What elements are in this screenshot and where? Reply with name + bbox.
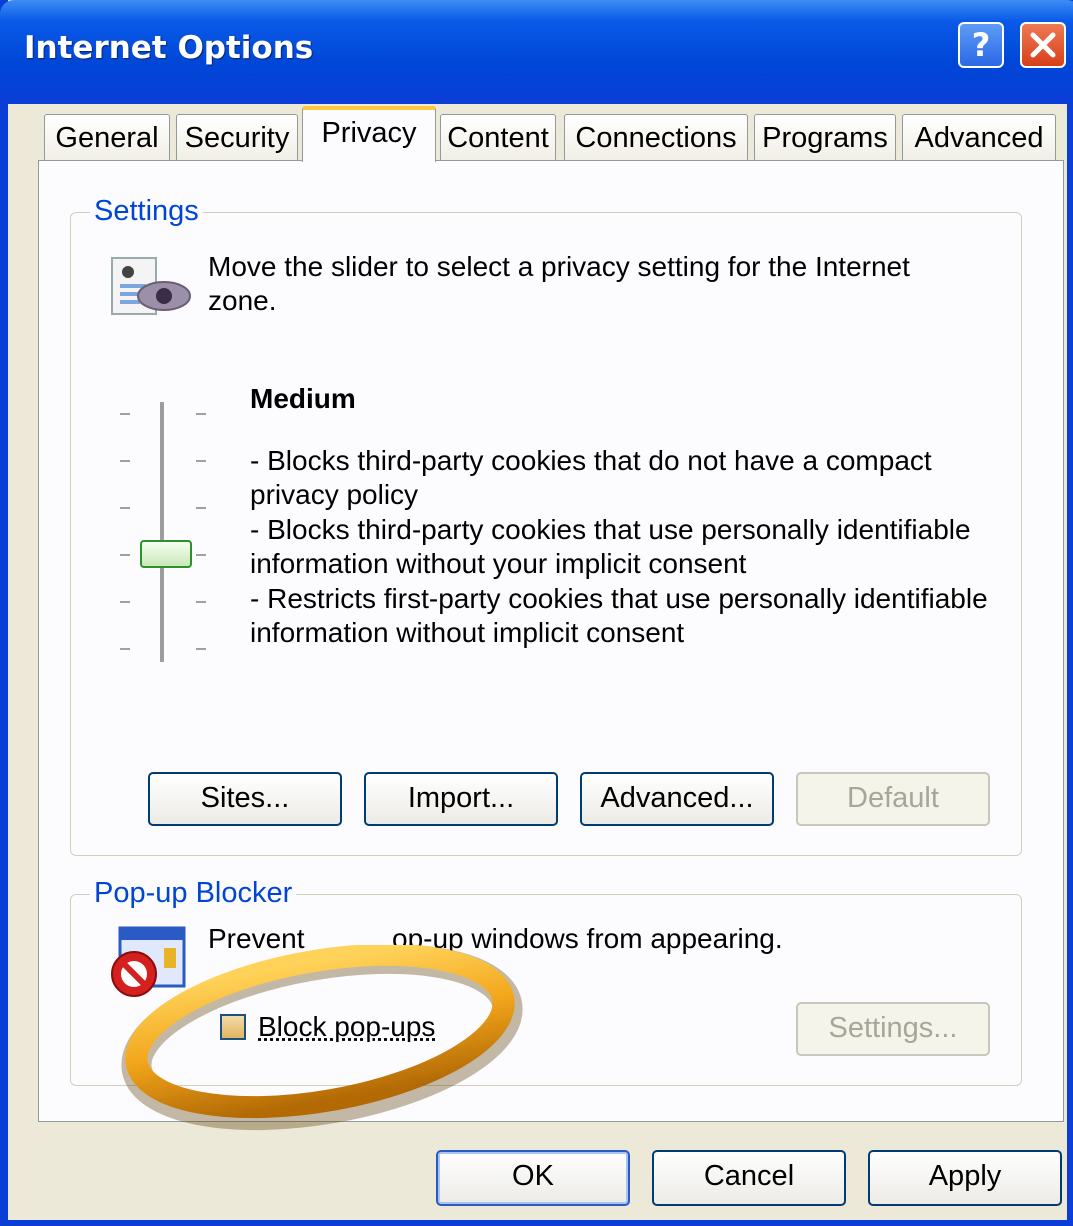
settings-description-line2: zone.: [208, 285, 277, 316]
cancel-button[interactable]: Cancel: [652, 1150, 846, 1206]
import-button[interactable]: Import...: [364, 772, 558, 826]
privacy-level-detail: - Restricts first-party cookies that use…: [250, 583, 988, 614]
default-button[interactable]: Default: [796, 772, 990, 826]
highlight-ring: [121, 945, 523, 1131]
sites-button[interactable]: Sites...: [148, 772, 342, 826]
privacy-level-detail: - Blocks third-party cookies that use pe…: [250, 514, 971, 545]
ok-button[interactable]: OK: [436, 1150, 630, 1206]
apply-button[interactable]: Apply: [868, 1150, 1062, 1206]
close-icon: [1030, 32, 1056, 58]
slider-tick: [196, 554, 206, 556]
slider-tick: [196, 648, 206, 650]
privacy-icon: [111, 257, 191, 315]
slider-tick: [196, 413, 206, 415]
privacy-level-detail: information without your implicit consen…: [250, 548, 747, 579]
slider-thumb[interactable]: [140, 540, 192, 568]
popup-settings-button[interactable]: Settings...: [796, 1002, 990, 1056]
window-title: Internet Options: [24, 30, 314, 66]
slider-tick: [120, 601, 130, 603]
slider-tick: [120, 413, 130, 415]
block-popups-label[interactable]: Block pop-ups: [258, 1010, 435, 1044]
block-popups-checkbox[interactable]: [220, 1014, 246, 1040]
slider-tick: [120, 648, 130, 650]
slider-tick: [196, 601, 206, 603]
tab-security[interactable]: Security: [176, 114, 298, 160]
tab-privacy[interactable]: Privacy: [302, 106, 436, 162]
tab-connections[interactable]: Connections: [564, 114, 748, 160]
privacy-level-name: Medium: [250, 383, 356, 414]
settings-description-line1: Move the slider to select a privacy sett…: [208, 251, 910, 282]
privacy-level-detail: information without implicit consent: [250, 617, 685, 648]
popup-blocker-group-label: Pop-up Blocker: [90, 877, 297, 910]
tab-general[interactable]: General: [44, 114, 170, 160]
help-button[interactable]: ?: [958, 22, 1004, 68]
slider-tick: [120, 460, 130, 462]
tab-content[interactable]: Content: [440, 114, 556, 160]
slider-tick: [120, 507, 130, 509]
internet-options-dialog: Internet Options ? General Security Priv…: [0, 0, 1073, 1226]
close-button[interactable]: [1020, 22, 1066, 68]
privacy-level-detail: privacy policy: [250, 479, 419, 510]
title-bar[interactable]: Internet Options ?: [0, 0, 1073, 104]
slider-tick: [196, 507, 206, 509]
slider-track[interactable]: [160, 402, 166, 662]
privacy-level-detail: - Blocks third-party cookies that do not…: [250, 445, 932, 476]
tab-advanced[interactable]: Advanced: [902, 114, 1056, 160]
slider-tick: [196, 460, 206, 462]
slider-tick: [120, 554, 130, 556]
tab-programs[interactable]: Programs: [754, 114, 896, 160]
advanced-button[interactable]: Advanced...: [580, 772, 774, 826]
settings-group-label: Settings: [90, 195, 203, 228]
